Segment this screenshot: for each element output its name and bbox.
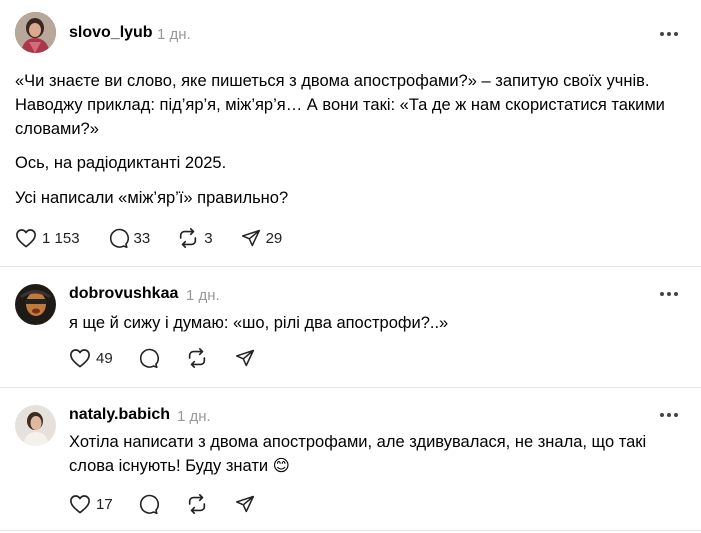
divider [0, 530, 701, 531]
repost-button[interactable] [186, 347, 208, 369]
post-paragraph: «Чи знаєте ви слово, яке пишеться з двом… [15, 72, 665, 138]
reply-time: 1 дн. [177, 408, 211, 425]
send-icon [235, 495, 254, 513]
like-button[interactable]: 1 153 [15, 228, 80, 248]
post-paragraph: Ось, на радіодиктанті 2025. [15, 154, 227, 172]
post-paragraph: Усі написали «між’яр’ї» правильно? [15, 189, 289, 207]
share-count: 29 [265, 229, 283, 247]
post-actions: 1 153 33 3 29 [15, 225, 282, 251]
repost-button[interactable] [186, 493, 208, 515]
repost-icon [180, 228, 197, 248]
like-button[interactable]: 49 [69, 348, 113, 368]
comment-bubble-icon [139, 494, 159, 514]
heart-icon [70, 495, 90, 514]
like-count: 49 [96, 349, 113, 367]
main-post: slovo_lyub 1 дн. «Чи знаєте ви слово, як… [0, 0, 701, 266]
post-time: 1 дн. [157, 26, 191, 43]
repost-icon [188, 494, 205, 514]
heart-icon [16, 229, 36, 248]
reply: nataly.babich 1 дн. Хотіла написати з дв… [0, 388, 701, 533]
avatar[interactable] [15, 405, 56, 446]
reply-username[interactable]: dobrovushkaa [69, 285, 178, 303]
share-button[interactable] [235, 348, 255, 368]
more-dots-icon[interactable] [660, 291, 678, 297]
more-dots-icon[interactable] [660, 412, 678, 418]
repost-count: 3 [204, 229, 213, 247]
send-icon [235, 349, 254, 367]
reply-text: я ще й сижу і думаю: «шо, рілі два апост… [69, 314, 449, 332]
repost-icon [188, 348, 205, 368]
comment-button[interactable] [138, 494, 159, 515]
avatar[interactable] [15, 284, 56, 325]
reply-username[interactable]: nataly.babich [69, 406, 170, 424]
comment-button[interactable] [138, 348, 159, 369]
avatar[interactable] [15, 12, 56, 53]
more-dots-icon[interactable] [660, 31, 678, 37]
like-button[interactable]: 17 [69, 494, 113, 514]
reply-time: 1 дн. [186, 287, 220, 304]
comment-button[interactable]: 33 [108, 228, 151, 249]
comment-bubble-icon [109, 228, 129, 248]
reply-actions: 17 [69, 491, 255, 517]
repost-button[interactable]: 3 [177, 227, 213, 249]
reply-actions: 49 [69, 345, 255, 371]
comment-count: 33 [133, 229, 151, 247]
heart-icon [70, 349, 90, 368]
comment-bubble-icon [139, 348, 159, 368]
like-count: 1 153 [42, 229, 80, 247]
share-button[interactable] [235, 494, 255, 514]
post-username[interactable]: slovo_lyub [69, 24, 153, 42]
send-icon [241, 229, 260, 247]
share-button[interactable]: 29 [241, 228, 283, 248]
like-count: 17 [96, 495, 113, 513]
reply: dobrovushkaa 1 дн. я ще й сижу і думаю: … [0, 267, 701, 387]
reply-text: Хотіла написати з двома апострофами, але… [69, 433, 647, 475]
